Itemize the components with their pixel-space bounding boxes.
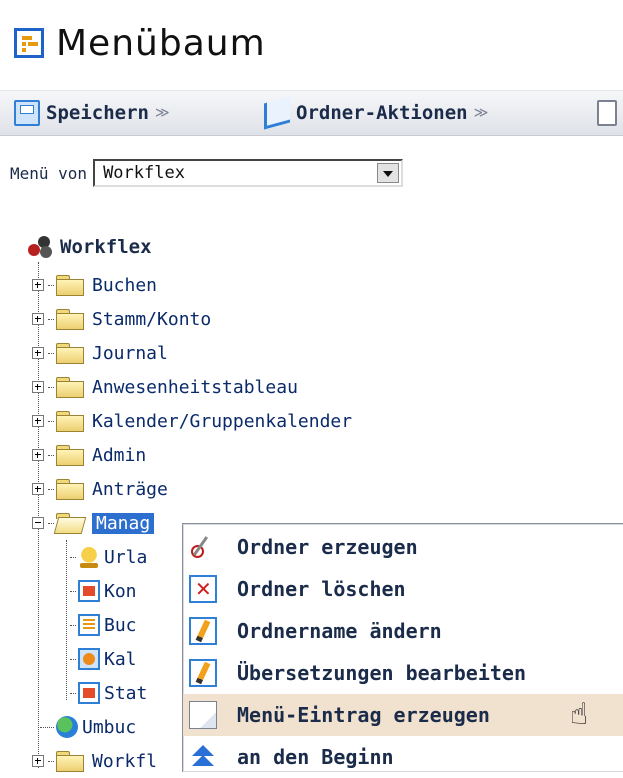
tree-leaf-item[interactable]: Umbuc: [40, 712, 136, 742]
list-icon: [78, 614, 100, 636]
folder-label-selected: Manag: [92, 512, 155, 534]
menu-item-label: Ordner löschen: [237, 577, 406, 601]
collapse-icon[interactable]: [32, 517, 44, 529]
expand-icon[interactable]: [32, 347, 44, 359]
menu-item-label: Übersetzungen bearbeiten: [237, 661, 526, 685]
delete-icon: [189, 575, 217, 603]
menu-item-edit-translations[interactable]: Übersetzungen bearbeiten: [183, 652, 623, 694]
calendar-icon: [78, 580, 100, 602]
tree-folder-item[interactable]: Kalender/Gruppenkalender: [32, 406, 352, 436]
folder-icon: [56, 445, 84, 466]
tree-folder-item[interactable]: Anwesenheitstableau: [32, 372, 298, 402]
rebook-icon: [56, 716, 78, 738]
pencil-icon: [189, 659, 217, 687]
leaf-label: Buc: [104, 614, 137, 636]
menu-item-move-to-top[interactable]: an den Beginn: [183, 736, 623, 778]
folder-label: Admin: [92, 444, 147, 466]
tree-folder-item-selected[interactable]: Manag: [32, 508, 155, 538]
users-icon: [28, 236, 54, 258]
folder-icon: [56, 411, 84, 432]
menu-item-label: Ordner erzeugen: [237, 535, 418, 559]
tree-leaf-item[interactable]: Kon: [70, 576, 137, 606]
expand-icon[interactable]: [32, 449, 44, 461]
tree-root[interactable]: Workflex: [28, 232, 152, 262]
tree-root-label: Workflex: [60, 236, 152, 258]
leaf-label: Urla: [104, 546, 148, 568]
expand-icon[interactable]: [32, 313, 44, 325]
statistics-icon: [78, 682, 100, 704]
leaf-label: Umbuc: [82, 716, 137, 738]
tree-leaf-item[interactable]: Kal: [70, 644, 137, 674]
menu-item-label: an den Beginn: [237, 745, 394, 769]
tree-folder-item[interactable]: Buchen: [32, 270, 157, 300]
expand-icon[interactable]: [32, 415, 44, 427]
folder-label: Workfl: [92, 750, 158, 772]
pencil-icon: [189, 617, 217, 645]
tree-folder-item[interactable]: Admin: [32, 440, 146, 470]
menu-item-create-entry[interactable]: Menü-Eintrag erzeugen: [183, 694, 623, 736]
tree-leaf-item[interactable]: Urla: [70, 542, 147, 572]
leaf-label: Kal: [104, 648, 137, 670]
folder-icon: [56, 309, 84, 330]
tree-leaf-item[interactable]: Stat: [70, 678, 147, 708]
context-menu: Ordner erzeugen Ordner löschen Ordnernam…: [182, 523, 623, 772]
folder-icon: [56, 377, 84, 398]
menu-item-create-folder[interactable]: Ordner erzeugen: [183, 526, 623, 568]
menu-item-delete-folder[interactable]: Ordner löschen: [183, 568, 623, 610]
open-folder-icon: [56, 513, 84, 533]
tree-folder-item[interactable]: Journal: [32, 338, 168, 368]
menu-item-rename-folder[interactable]: Ordnername ändern: [183, 610, 623, 652]
folder-label: Stamm/Konto: [92, 308, 212, 330]
scissors-icon: [189, 533, 217, 561]
expand-icon[interactable]: [32, 483, 44, 495]
calendar-star-icon: [78, 648, 100, 670]
bell-icon: [78, 546, 100, 568]
tree-line: [66, 540, 67, 700]
folder-icon: [56, 479, 84, 500]
tree-folder-item[interactable]: Workfl: [32, 746, 157, 776]
folder-icon: [56, 343, 84, 364]
folder-label: Anwesenheitstableau: [92, 376, 298, 398]
folder-icon: [56, 275, 84, 296]
hand-cursor-icon: ☝: [570, 697, 589, 732]
leaf-label: Stat: [104, 682, 148, 704]
expand-icon[interactable]: [32, 279, 44, 291]
folder-label: Journal: [92, 342, 168, 364]
up-arrow-icon: [189, 743, 217, 771]
folder-label: Buchen: [92, 274, 158, 296]
tree-folder-item[interactable]: Stamm/Konto: [32, 304, 211, 334]
folder-label: Kalender/Gruppenkalender: [92, 410, 353, 432]
folder-icon: [56, 751, 84, 772]
expand-icon[interactable]: [32, 755, 44, 767]
menu-item-label: Ordnername ändern: [237, 619, 442, 643]
folder-label: Anträge: [92, 478, 168, 500]
page-icon: [189, 701, 217, 729]
leaf-label: Kon: [104, 580, 137, 602]
menu-item-label: Menü-Eintrag erzeugen: [237, 703, 490, 727]
expand-icon[interactable]: [32, 381, 44, 393]
tree-folder-item[interactable]: Anträge: [32, 474, 168, 504]
tree-leaf-item[interactable]: Buc: [70, 610, 137, 640]
